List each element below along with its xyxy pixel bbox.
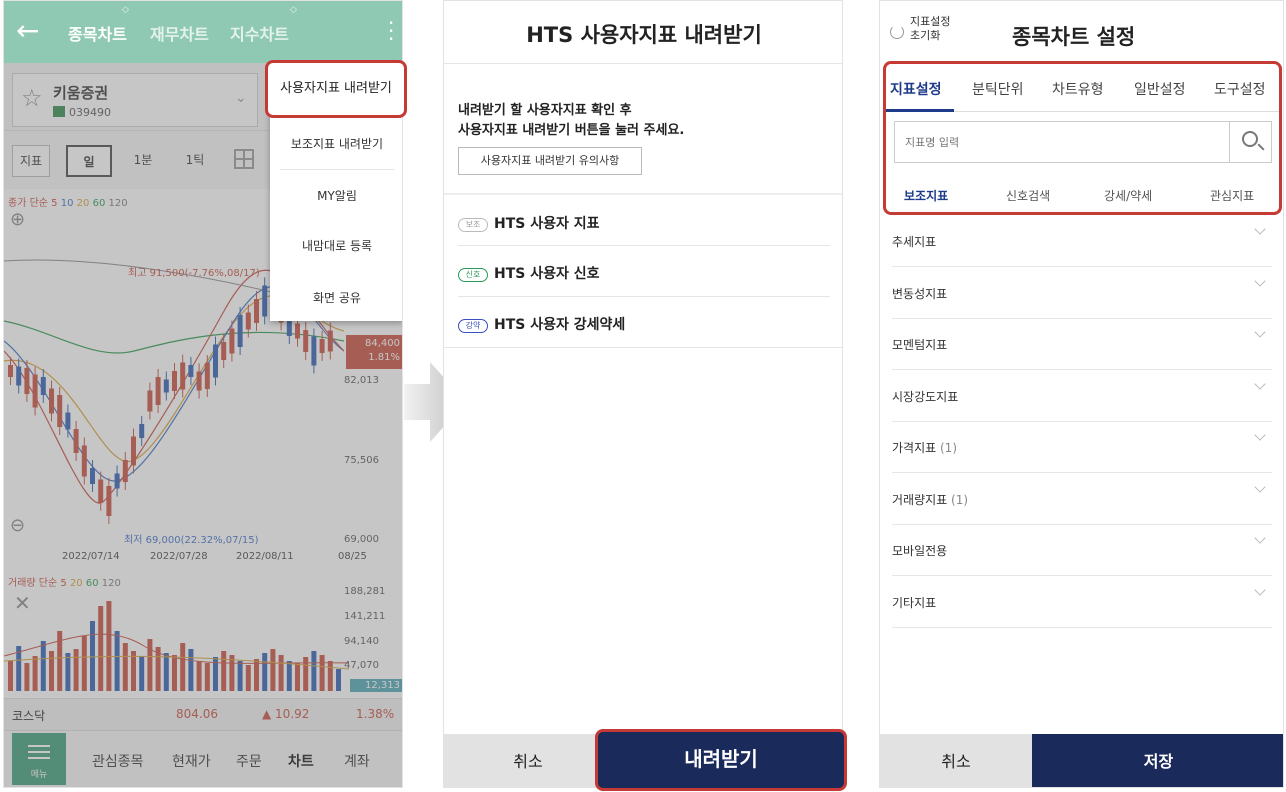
category-name: 가격지표	[892, 441, 937, 455]
reset-label-2: 초기화	[910, 29, 941, 42]
category-name: 모바일전용	[892, 544, 948, 558]
category-row[interactable]: 추세지표	[892, 215, 1272, 267]
menu-divider	[280, 169, 394, 170]
category-row[interactable]: 변동성지표	[892, 267, 1272, 319]
chevron-down-icon	[1254, 532, 1266, 544]
divider	[458, 296, 830, 297]
menu-item-download-user[interactable]: 사용자지표 내려받기	[265, 60, 407, 118]
divider	[444, 193, 842, 195]
chart-header: ← ◇ 종목차트 재무차트 ◇ 지수차트 · · ·	[4, 1, 402, 63]
category-label: 변동성지표	[892, 285, 947, 302]
category-count: (1)	[940, 441, 957, 455]
tab-index-chart[interactable]: 지수차트	[230, 21, 289, 45]
chevron-down-icon	[1254, 429, 1266, 441]
category-row[interactable]: 시장강도지표	[892, 370, 1272, 422]
settings-screen: 지표설정 초기화 종목차트 설정 지표설정 분틱단위 차트유형 일반설정 도구설…	[879, 0, 1284, 788]
category-label: 모바일전용	[892, 542, 947, 559]
category-label: 가격지표 (1)	[892, 439, 957, 456]
back-arrow-icon[interactable]: ←	[16, 17, 39, 45]
download-button[interactable]: 내려받기	[595, 729, 847, 791]
menu-item-custom-register[interactable]: 내맘대로 등록	[270, 237, 402, 254]
category-row[interactable]: 기타지표	[892, 576, 1272, 628]
category-name: 거래량지표	[892, 492, 948, 507]
instruction-line-2: 사용자지표 내려받기 버튼을 눌러 주세요.	[458, 123, 685, 138]
cancel-button[interactable]: 취소	[444, 734, 612, 787]
category-label: 추세지표	[892, 233, 936, 250]
page-title: HTS 사용자지표 내려받기	[526, 23, 762, 47]
list-item-user-signal[interactable]: 신호 HTS 사용자 신호	[458, 263, 830, 283]
item-label: HTS 사용자 신호	[494, 266, 600, 282]
cancel-button[interactable]: 취소	[880, 734, 1032, 787]
tab-financial-chart[interactable]: 재무차트	[150, 21, 209, 45]
category-name: 추세지표	[892, 235, 937, 249]
notice-button[interactable]: 사용자지표 내려받기 유의사항	[458, 147, 642, 175]
tab-dot-icon: ◇	[290, 5, 297, 15]
badge-strength: 강약	[458, 319, 488, 333]
category-label: 모멘텀지표	[892, 336, 947, 353]
category-row[interactable]: 거래량지표 (1)	[892, 473, 1272, 525]
badge-signal: 신호	[458, 268, 488, 282]
save-button[interactable]: 저장	[1032, 734, 1283, 787]
category-name: 시장강도지표	[892, 389, 959, 404]
chevron-down-icon	[1254, 274, 1266, 287]
chevron-down-icon	[1254, 326, 1266, 338]
category-label: 거래량지표 (1)	[892, 491, 968, 508]
item-label: HTS 사용자 강세약세	[494, 317, 626, 333]
menu-item-download-aux[interactable]: 보조지표 내려받기	[270, 135, 402, 152]
chevron-down-icon	[1254, 377, 1266, 390]
highlight-frame	[883, 61, 1282, 215]
category-label: 기타지표	[892, 594, 936, 611]
chevron-down-icon	[1254, 223, 1266, 235]
badge-aux: 보조	[458, 218, 488, 232]
list-item-user-strength[interactable]: 강약 HTS 사용자 강세약세	[458, 314, 830, 334]
reset-button[interactable]: 지표설정 초기화	[910, 15, 950, 43]
category-name: 모멘텀지표	[892, 338, 948, 352]
category-label: 시장강도지표	[892, 388, 958, 405]
reset-label-1: 지표설정	[910, 15, 951, 28]
chevron-down-icon	[1254, 480, 1266, 493]
page-title: 종목차트 설정	[1012, 25, 1136, 49]
download-screen: HTS 사용자지표 내려받기 내려받기 할 사용자지표 확인 후 사용자지표 내…	[443, 0, 843, 788]
category-row[interactable]: 가격지표 (1)	[892, 421, 1272, 473]
divider	[458, 245, 830, 246]
category-row[interactable]: 모멘텀지표	[892, 318, 1272, 370]
kebab-menu-icon[interactable]: · · ·	[388, 13, 394, 49]
category-name: 기타지표	[892, 595, 937, 610]
bottom-actions: 취소 저장	[880, 734, 1283, 787]
list-item-user-indicator[interactable]: 보조 HTS 사용자 지표	[458, 213, 830, 233]
menu-item-my-alert[interactable]: MY알림	[270, 187, 402, 204]
item-label: HTS 사용자 지표	[494, 216, 600, 232]
tab-stock-chart[interactable]: 종목차트	[68, 21, 127, 45]
instruction-line-1: 내려받기 할 사용자지표 확인 후	[458, 103, 632, 118]
chevron-down-icon	[1254, 583, 1266, 596]
category-count: (1)	[951, 492, 969, 507]
chart-screen: ← ◇ 종목차트 재무차트 ◇ 지수차트 · · · ☆ 키움증권 039490 ⌄…	[3, 0, 403, 788]
reset-icon[interactable]	[890, 25, 904, 39]
category-row[interactable]: 모바일전용	[892, 524, 1272, 576]
category-name: 변동성지표	[892, 286, 948, 301]
divider	[444, 63, 842, 64]
menu-item-screen-share[interactable]: 화면 공유	[270, 289, 402, 306]
divider	[444, 347, 842, 348]
tab-dot-icon: ◇	[122, 5, 129, 15]
